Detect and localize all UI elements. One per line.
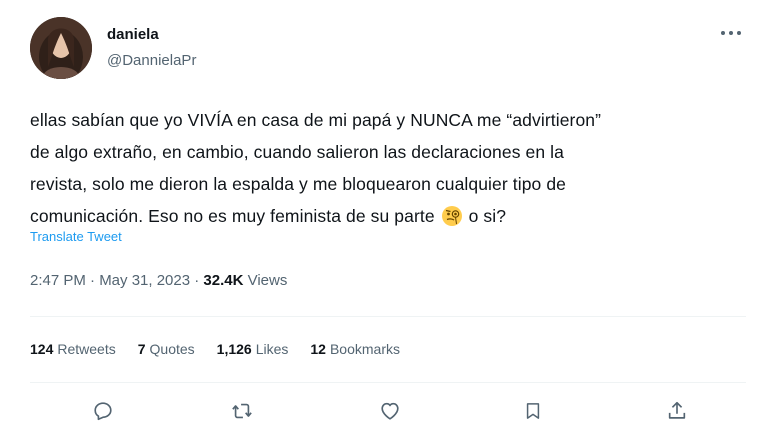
quotes-stat[interactable]: 7 Quotes bbox=[138, 341, 195, 357]
likes-label: Likes bbox=[255, 341, 289, 357]
views-label: Views bbox=[243, 272, 288, 289]
retweets-label: Retweets bbox=[57, 341, 116, 357]
likes-stat[interactable]: 1,126 Likes bbox=[217, 341, 289, 357]
quotes-label: Quotes bbox=[149, 341, 195, 357]
tweet-text-line: de algo extraño, en cambio, cuando salie… bbox=[30, 142, 564, 162]
reply-button[interactable] bbox=[88, 396, 118, 426]
tweet-text-segment: o si? bbox=[468, 206, 507, 226]
translate-tweet-link[interactable]: Translate Tweet bbox=[30, 229, 122, 244]
tweet-timestamp[interactable]: 2:47 PM · May 31, 2023 · bbox=[30, 272, 203, 289]
author-name[interactable]: daniela bbox=[107, 26, 159, 43]
tweet-text-line: revista, solo me dieron la espalda y me … bbox=[30, 174, 567, 194]
action-bar bbox=[30, 396, 746, 430]
bookmark-icon bbox=[526, 403, 540, 419]
likes-count: 1,126 bbox=[216, 341, 252, 357]
retweets-count: 124 bbox=[30, 341, 54, 357]
avatar[interactable] bbox=[30, 17, 92, 79]
like-button[interactable] bbox=[375, 396, 405, 426]
bookmark-button[interactable] bbox=[518, 396, 548, 426]
face-with-monocle-icon bbox=[441, 205, 463, 227]
tweet-card: daniela @DannielaPr ellas sabían que yo … bbox=[0, 0, 768, 436]
tweet-meta: 2:47 PM · May 31, 2023 · 32.4K Views bbox=[30, 272, 287, 289]
more-options-icon[interactable] bbox=[716, 22, 746, 44]
like-icon bbox=[381, 402, 399, 420]
tweet-text: ellas sabían que yo VIVÍA en casa de mi … bbox=[30, 104, 746, 232]
share-icon bbox=[668, 401, 686, 419]
retweet-button[interactable] bbox=[227, 396, 257, 426]
share-button[interactable] bbox=[662, 396, 692, 426]
reply-icon bbox=[94, 402, 112, 421]
tweet-text-line: ellas sabían que yo VIVÍA en casa de mi … bbox=[30, 110, 602, 130]
retweet-icon bbox=[232, 403, 252, 419]
quotes-count: 7 bbox=[137, 341, 146, 357]
divider bbox=[30, 316, 746, 317]
tweet-text-segment: comunicación. Eso no es muy feminista de… bbox=[30, 206, 435, 226]
bookmarks-count: 12 bbox=[310, 341, 326, 357]
bookmarks-label: Bookmarks bbox=[329, 341, 400, 357]
divider bbox=[30, 382, 746, 383]
author-handle[interactable]: @DannielaPr bbox=[107, 52, 196, 69]
retweets-stat[interactable]: 124 Retweets bbox=[30, 341, 116, 357]
tweet-stats: 124 Retweets 7 Quotes 1,126 Likes 12 Bookmar… bbox=[30, 341, 400, 357]
views-count: 32.4K bbox=[203, 272, 244, 289]
tweet-text-line: comunicación. Eso no es muy feminista de… bbox=[30, 200, 746, 232]
bookmarks-stat[interactable]: 12 Bookmarks bbox=[310, 341, 400, 357]
